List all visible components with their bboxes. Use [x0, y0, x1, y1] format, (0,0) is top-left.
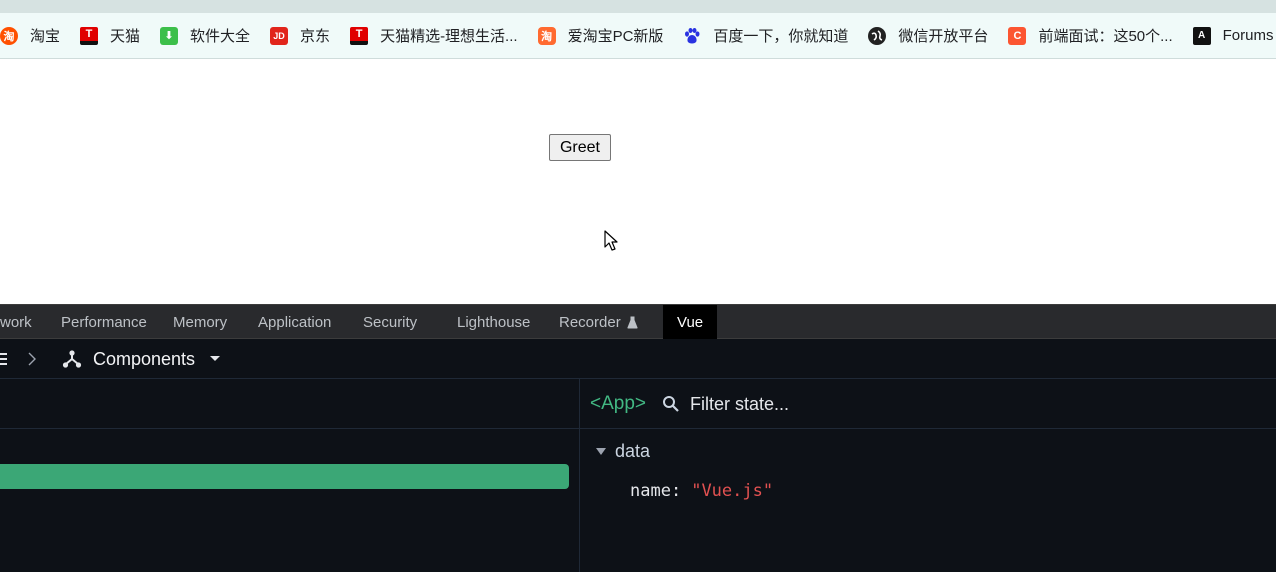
page-content: Greet — [0, 60, 1276, 304]
state-header: <App> Filter state... — [580, 379, 1276, 429]
tmall-icon: T — [80, 26, 99, 45]
component-tree-icon — [62, 350, 82, 368]
bookmark-taobao[interactable]: 淘 淘宝 — [0, 13, 70, 59]
bookmark-label: 爱淘宝PC新版 — [567, 28, 664, 45]
bookmark-label: 微信开放平台 — [898, 28, 989, 45]
component-state-panel: <App> Filter state... data name : "Vue.j… — [580, 379, 1276, 572]
devtools-panel: work Performance Memory Application Secu… — [0, 304, 1276, 572]
data-section-toggle[interactable]: data — [596, 441, 650, 462]
wechat-globe-icon — [868, 26, 887, 45]
download-icon: ⬇ — [160, 26, 179, 45]
tab-lighthouse[interactable]: Lighthouse — [457, 305, 530, 339]
components-selector[interactable]: Components — [62, 339, 221, 379]
tab-vue[interactable]: Vue — [663, 305, 718, 339]
tmall-icon: T — [350, 26, 369, 45]
bookmarks-bar: 淘 淘宝 T 天猫 ⬇ 软件大全 JD 京东 T 天猫精选-理想生活... 淘 … — [0, 13, 1276, 59]
bookmark-label: 天猫 — [110, 28, 141, 45]
menu-icon[interactable] — [0, 339, 8, 379]
mouse-cursor-icon — [604, 230, 618, 251]
property-key: name — [630, 481, 671, 501]
filter-state-input[interactable]: Filter state... — [690, 379, 789, 429]
bookmark-tmall[interactable]: T 天猫 — [70, 13, 150, 59]
search-icon — [663, 396, 679, 412]
tab-recorder-label: Recorder — [559, 313, 621, 331]
bookmark-baidu[interactable]: 百度一下，你就知道 — [673, 13, 858, 59]
component-tree-panel — [0, 379, 580, 572]
flask-icon — [627, 316, 638, 328]
bookmark-label: 前端面试：这50个... — [1038, 28, 1173, 45]
component-search-bar[interactable] — [0, 379, 580, 429]
baidu-paw-icon — [683, 27, 701, 45]
tab-performance[interactable]: Performance — [61, 305, 147, 339]
vue-devtools-toolbar: Components — [0, 339, 1276, 379]
bookmark-label: 天猫精选-理想生活... — [380, 28, 518, 45]
caret-down-icon — [210, 356, 221, 361]
bookmark-wechat-open[interactable]: 微信开放平台 — [858, 13, 998, 59]
bookmark-label: 软件大全 — [190, 28, 251, 45]
bookmark-jd[interactable]: JD 京东 — [260, 13, 340, 59]
bookmark-tmall-select[interactable]: T 天猫精选-理想生活... — [340, 13, 528, 59]
tab-recorder[interactable]: Recorder — [559, 305, 638, 339]
bookmark-label: 百度一下，你就知道 — [713, 28, 849, 45]
bookmark-label: 京东 — [300, 28, 331, 45]
greet-button[interactable]: Greet — [549, 134, 611, 161]
bookmark-csdn[interactable]: C 前端面试：这50个... — [998, 13, 1182, 59]
triangle-down-icon — [596, 448, 606, 455]
components-label: Components — [93, 348, 196, 369]
tab-memory[interactable]: Memory — [173, 305, 227, 339]
selected-component-row[interactable] — [0, 464, 569, 489]
property-colon: : — [670, 481, 682, 501]
taobao-icon: 淘 — [0, 26, 18, 45]
bookmark-label: 淘宝 — [30, 28, 61, 45]
tab-application[interactable]: Application — [258, 305, 331, 339]
property-value: "Vue.js" — [691, 481, 774, 501]
data-section-label: data — [615, 441, 651, 461]
devtools-tab-bar: work Performance Memory Application Secu… — [0, 304, 1276, 339]
bookmark-forums[interactable]: A Forums - — [1183, 13, 1276, 59]
window-top-strip — [0, 0, 1276, 13]
forums-icon: A — [1192, 26, 1211, 45]
csdn-icon: C — [1008, 26, 1027, 45]
tab-network[interactable]: work — [0, 305, 32, 339]
chevron-right-icon — [27, 339, 37, 379]
bookmark-software[interactable]: ⬇ 软件大全 — [150, 13, 260, 59]
component-tag: <App> — [590, 393, 646, 414]
bookmark-label: Forums - — [1222, 27, 1276, 44]
tab-security[interactable]: Security — [363, 305, 417, 339]
bookmark-aitaobao[interactable]: 淘 爱淘宝PC新版 — [528, 13, 674, 59]
state-property-row[interactable]: name : "Vue.js" — [630, 481, 773, 501]
jd-icon: JD — [270, 26, 289, 45]
screen: 淘 淘宝 T 天猫 ⬇ 软件大全 JD 京东 T 天猫精选-理想生活... 淘 … — [0, 0, 1276, 572]
aitaobao-icon: 淘 — [537, 26, 556, 45]
